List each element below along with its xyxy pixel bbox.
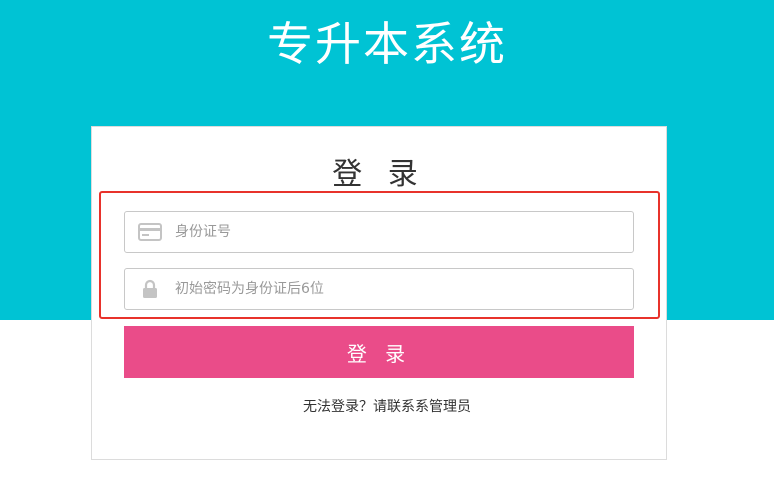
highlight-annotation	[99, 191, 660, 319]
app-title: 专升本系统	[267, 17, 507, 71]
help-text: 无法登录？请联系系管理员	[303, 399, 471, 415]
login-button[interactable]: 登 录	[124, 326, 634, 378]
login-heading: 登 录	[332, 157, 426, 192]
